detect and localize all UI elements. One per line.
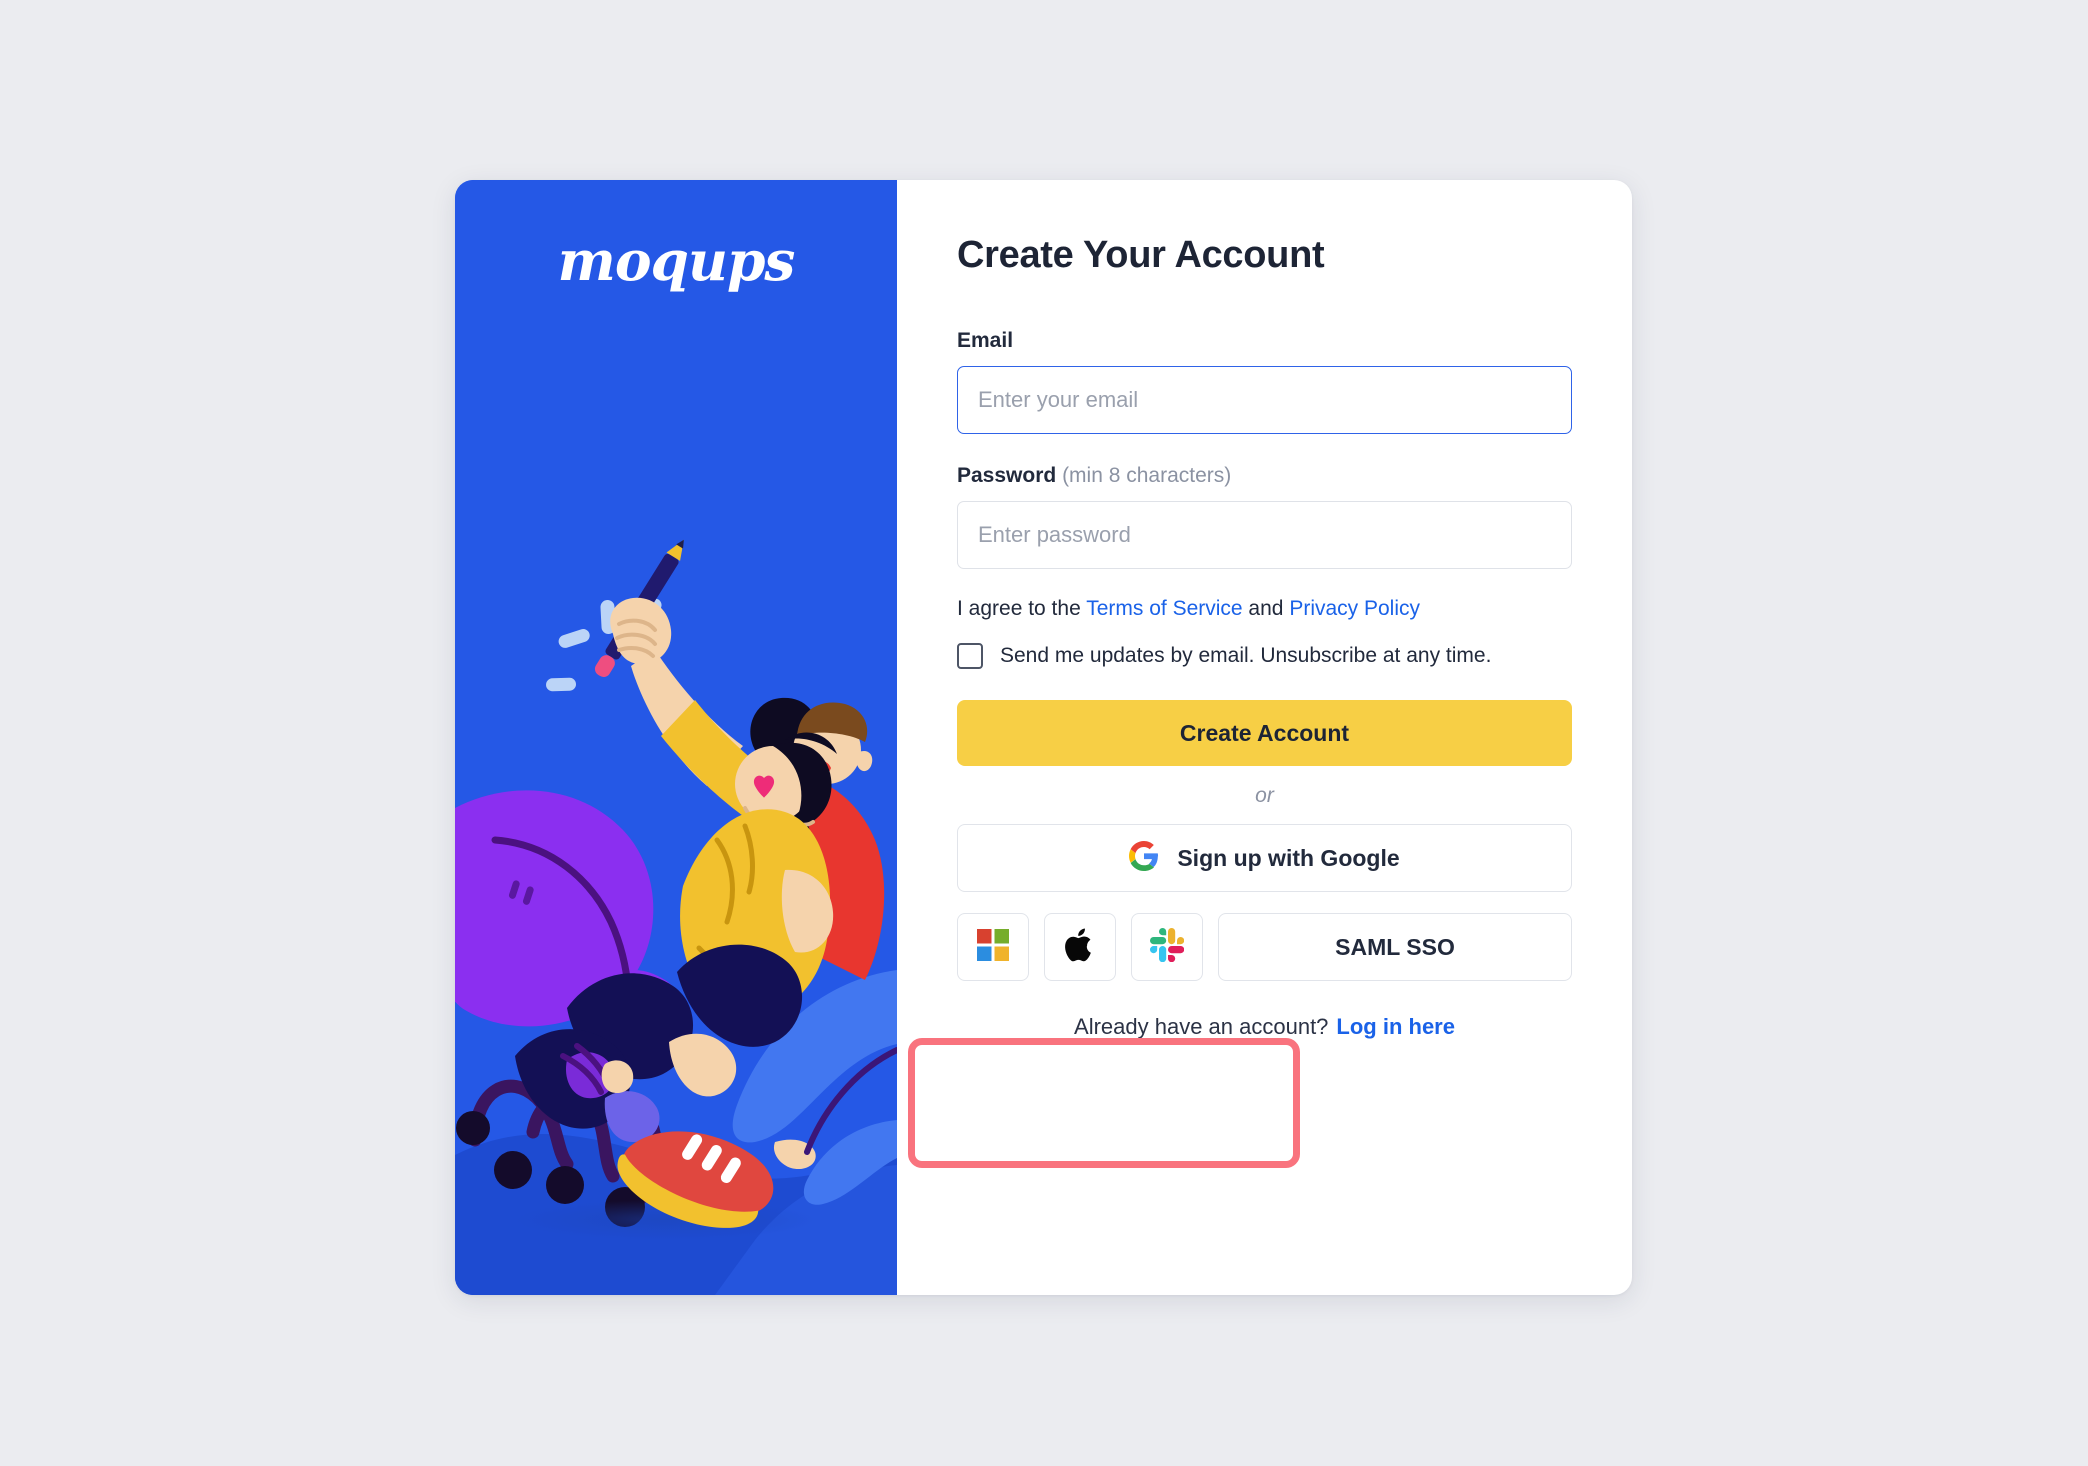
email-field-group: Email [957,329,1572,434]
brand-panel: moqups [455,180,897,1295]
login-prompt: Already have an account? Log in here [957,1014,1572,1040]
agreement-text: I agree to the Terms of Service and Priv… [957,595,1572,622]
sign-up-with-google-button[interactable]: Sign up with Google [957,824,1572,893]
terms-of-service-link[interactable]: Terms of Service [1086,597,1242,620]
newsletter-label: Send me updates by email. Unsubscribe at… [1000,644,1492,668]
social-provider-row: SAML SSO [957,913,1572,982]
screen: moqups Create Your Account Email Passwor… [0,0,2088,1466]
google-icon [1129,840,1159,876]
password-label: Password (min 8 characters) [957,464,1572,488]
email-input[interactable] [957,366,1572,434]
microsoft-icon [976,928,1010,967]
password-label-text: Password [957,464,1057,487]
privacy-policy-link[interactable]: Privacy Policy [1289,597,1420,620]
separator-or: or [1255,784,1274,808]
signup-form-panel: Create Your Account Email Password (min … [897,180,1632,1295]
newsletter-checkbox[interactable] [957,643,983,670]
signup-card: moqups Create Your Account Email Passwor… [455,180,1632,1295]
email-label: Email [957,329,1014,352]
password-input[interactable] [957,501,1572,569]
slack-signup-button[interactable] [1131,913,1203,982]
google-button-label: Sign up with Google [1177,844,1400,871]
apple-icon [1063,926,1097,969]
microsoft-signup-button[interactable] [957,913,1029,982]
login-prompt-text: Already have an account? [1074,1014,1329,1040]
create-account-button[interactable]: Create Account [957,700,1572,767]
password-hint: (min 8 characters) [1062,464,1232,487]
saml-sso-label: SAML SSO [1335,933,1455,960]
saml-sso-button[interactable]: SAML SSO [1218,913,1572,982]
slack-icon [1150,927,1185,967]
agreement-middle: and [1242,597,1290,620]
agreement-prefix: I agree to the [957,597,1087,620]
moqups-logo: moqups [557,228,796,293]
hero-illustration [455,180,897,1295]
apple-signup-button[interactable] [1044,913,1116,982]
password-field-group: Password (min 8 characters) [957,464,1572,569]
page-title: Create Your Account [957,234,1325,276]
log-in-here-link[interactable]: Log in here [1336,1014,1455,1039]
newsletter-row: Send me updates by email. Unsubscribe at… [957,643,1572,670]
